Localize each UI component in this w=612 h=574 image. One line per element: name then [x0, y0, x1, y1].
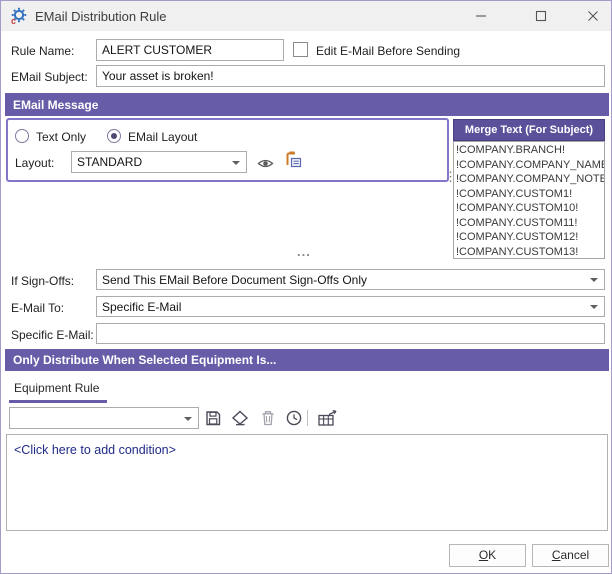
email-layout-radio-label[interactable]: EMail Layout — [128, 130, 197, 144]
email-subject-input[interactable]: Your asset is broken! — [96, 65, 605, 87]
minimize-button[interactable] — [461, 1, 501, 31]
vertical-splitter-grip[interactable]: ⋮ — [444, 173, 457, 180]
clock-icon — [285, 409, 303, 427]
trash-icon — [259, 409, 277, 427]
layout-combo-value: STANDARD — [77, 155, 142, 169]
tab-equipment-rule[interactable]: Equipment Rule — [14, 381, 99, 395]
if-sign-offs-combo[interactable]: Send This EMail Before Document Sign-Off… — [96, 269, 605, 290]
text-only-radio-label[interactable]: Text Only — [36, 130, 86, 144]
chevron-down-icon — [590, 278, 598, 282]
paste-layout-button[interactable] — [282, 149, 304, 169]
merge-item[interactable]: !COMPANY.CUSTOM11! — [454, 216, 604, 231]
ok-button[interactable]: OK — [449, 544, 526, 567]
equipment-section-header: Only Distribute When Selected Equipment … — [5, 349, 609, 371]
text-only-radio[interactable] — [15, 129, 29, 143]
eye-icon — [257, 157, 274, 170]
merge-item[interactable]: !COMPANY.COMPANY_NOTE — [454, 172, 604, 187]
layout-combo[interactable]: STANDARD — [71, 151, 247, 173]
if-sign-offs-value: Send This EMail Before Document Sign-Off… — [102, 273, 367, 287]
specific-email-input[interactable] — [96, 323, 605, 344]
layout-groupbox: Text Only EMail Layout Layout: STANDARD — [6, 118, 449, 182]
window-title: EMail Distribution Rule — [35, 9, 167, 24]
delete-rule-button[interactable] — [257, 408, 279, 428]
merge-item[interactable]: !COMPANY.COMPANY_NAME — [454, 158, 604, 173]
merge-text-list[interactable]: !COMPANY.BRANCH!!COMPANY.COMPANY_NAME!CO… — [453, 141, 605, 259]
clipboard-paste-icon — [284, 150, 302, 168]
email-layout-radio[interactable] — [107, 129, 121, 143]
email-to-combo[interactable]: Specific E-Mail — [96, 296, 605, 317]
tab-underline — [9, 400, 107, 403]
rule-name-label: Rule Name: — [11, 44, 74, 58]
specific-email-label: Specific E-Mail: — [11, 328, 94, 342]
merge-item[interactable]: !COMPANY.CUSTOM13! — [454, 245, 604, 260]
merge-item[interactable]: !COMPANY.CUSTOM10! — [454, 201, 604, 216]
close-button[interactable] — [573, 1, 612, 31]
chevron-down-icon — [184, 417, 192, 421]
maximize-button[interactable] — [521, 1, 561, 31]
rule-history-button[interactable] — [283, 408, 305, 428]
save-rule-button[interactable] — [202, 408, 224, 428]
layout-label: Layout: — [15, 156, 54, 170]
email-distribution-rule-dialog: c EMail Distribution Rule Rule Name: ALE… — [0, 0, 612, 574]
horizontal-splitter-grip[interactable]: ... — [297, 244, 311, 259]
merge-item[interactable]: !COMPANY.CUSTOM12! — [454, 230, 604, 245]
edit-email-checkbox[interactable] — [293, 42, 308, 57]
app-gear-icon: c — [9, 6, 29, 26]
chevron-down-icon — [232, 161, 240, 165]
apply-grid-rule-button[interactable] — [315, 408, 341, 428]
add-condition-link[interactable]: <Click here to add condition> — [14, 443, 176, 457]
preview-layout-button[interactable] — [254, 153, 276, 173]
titlebar[interactable]: c EMail Distribution Rule — [1, 1, 611, 31]
grid-arrow-icon — [316, 409, 340, 427]
chevron-down-icon — [590, 305, 598, 309]
merge-item[interactable]: !COMPANY.CUSTOM1! — [454, 187, 604, 202]
email-to-label: E-Mail To: — [11, 301, 64, 315]
if-sign-offs-label: If Sign-Offs: — [11, 274, 74, 288]
email-message-header: EMail Message — [5, 93, 609, 116]
condition-area: <Click here to add condition> — [6, 434, 608, 531]
edit-email-checkbox-label[interactable]: Edit E-Mail Before Sending — [316, 44, 460, 58]
rule-name-input[interactable]: ALERT CUSTOMER — [96, 39, 284, 61]
cancel-button[interactable]: Cancel — [532, 544, 609, 567]
merge-item[interactable]: !COMPANY.BRANCH! — [454, 143, 604, 158]
toolbar-separator — [307, 410, 308, 426]
saved-rule-combo[interactable] — [9, 407, 199, 429]
email-subject-label: EMail Subject: — [11, 70, 88, 84]
email-to-value: Specific E-Mail — [102, 300, 181, 314]
eraser-icon — [230, 409, 250, 427]
clear-rule-button[interactable] — [229, 408, 251, 428]
save-icon — [204, 409, 222, 427]
svg-text:c: c — [11, 16, 16, 26]
merge-text-header: Merge Text (For Subject) — [453, 119, 605, 141]
